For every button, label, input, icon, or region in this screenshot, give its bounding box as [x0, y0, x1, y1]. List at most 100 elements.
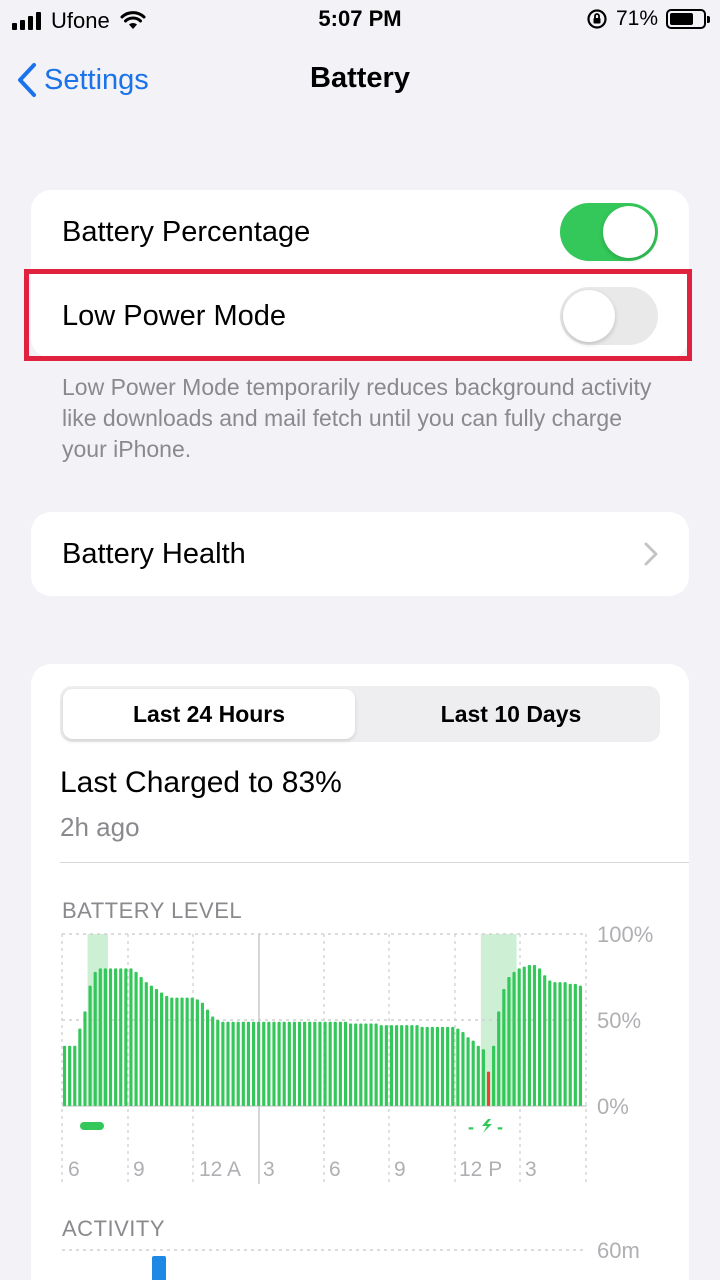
- battery-level-bar: [149, 985, 153, 1106]
- low-power-mode-toggle[interactable]: [560, 287, 658, 345]
- battery-level-bar: [119, 968, 123, 1106]
- battery-level-bar: [578, 985, 583, 1106]
- battery-level-bar: [195, 999, 199, 1106]
- battery-level-bar: [389, 1025, 394, 1106]
- battery-level-bar: [328, 1021, 332, 1106]
- battery-level-bar: [558, 982, 562, 1106]
- battery-level-bar: [68, 1045, 72, 1106]
- battery-level-bar: [420, 1026, 424, 1106]
- battery-level-bar: [466, 1037, 470, 1106]
- battery-level-bar: [134, 971, 138, 1106]
- battery-level-bar: [180, 997, 184, 1106]
- chevron-right-icon: [644, 542, 658, 566]
- battery-settings-card: Battery Percentage Low Power Mode: [31, 190, 689, 358]
- battery-level-bar: [282, 1021, 286, 1106]
- low-power-mode-footnote: Low Power Mode temporarily reduces backg…: [62, 374, 652, 462]
- x-tick-label: 3: [525, 1158, 537, 1181]
- battery-icon: [666, 9, 710, 29]
- charging-indicator-left: -: [468, 1117, 474, 1137]
- battery-level-bar: [349, 1023, 353, 1106]
- battery-level-bar: [185, 997, 189, 1106]
- battery-level-bar: [246, 1021, 251, 1106]
- battery-level-bar: [497, 1011, 501, 1106]
- battery-level-bar: [537, 968, 542, 1106]
- battery-health-row[interactable]: Battery Health: [31, 512, 689, 596]
- battery-percentage-toggle[interactable]: [560, 203, 658, 261]
- battery-level-bar: [333, 1021, 337, 1106]
- battery-level-bar: [446, 1026, 450, 1106]
- battery-level-bar: [144, 982, 148, 1106]
- battery-level-bar: [190, 997, 194, 1106]
- battery-level-bar: [200, 1002, 205, 1106]
- battery-level-bar: [93, 971, 97, 1106]
- battery-level-bar: [440, 1026, 445, 1106]
- status-right: 71%: [586, 7, 710, 31]
- battery-level-bar: [517, 968, 521, 1106]
- battery-level-bar: [415, 1025, 419, 1106]
- battery-level-bar: [308, 1021, 312, 1106]
- battery-level-bar: [410, 1025, 414, 1106]
- battery-level-bar: [226, 1021, 230, 1106]
- battery-level-bar: [78, 1028, 82, 1106]
- battery-level-chart: 100% 50% 0% 6 9 12 A 3 6 9 12 P 3 - - 60m: [61, 922, 653, 1280]
- battery-level-bar: [568, 983, 572, 1106]
- battery-level-bar: [221, 1021, 225, 1106]
- battery-level-bar: [507, 977, 511, 1106]
- low-power-mode-row: Low Power Mode: [31, 274, 689, 358]
- battery-level-bar: [364, 1023, 368, 1106]
- battery-level-bar: [563, 982, 567, 1106]
- battery-level-bar: [277, 1021, 281, 1106]
- battery-level-bar: [527, 964, 531, 1106]
- battery-level-bar: [251, 1021, 256, 1106]
- battery-level-bar: [313, 1021, 317, 1106]
- battery-level-bar: [430, 1026, 434, 1106]
- battery-level-bar: [236, 1021, 240, 1106]
- x-tick-label: 12 P: [459, 1158, 502, 1181]
- battery-level-bar: [369, 1023, 373, 1106]
- battery-level-bar: [548, 980, 552, 1106]
- battery-level-bar: [241, 1021, 245, 1106]
- battery-level-bar: [287, 1021, 291, 1106]
- battery-level-bar: [354, 1023, 358, 1106]
- battery-level-bar: [83, 1011, 87, 1106]
- y-tick-label: 50%: [597, 1008, 641, 1033]
- battery-level-bar: [257, 1021, 261, 1106]
- low-power-mode-label: Low Power Mode: [62, 299, 287, 332]
- battery-level-bar: [379, 1025, 383, 1106]
- battery-health-label: Battery Health: [62, 537, 246, 570]
- battery-level-bar: [492, 1045, 496, 1106]
- battery-level-bar: [114, 968, 118, 1106]
- battery-level-bar: [318, 1021, 322, 1106]
- orientation-lock-icon: [587, 9, 607, 29]
- battery-level-bar: [216, 1020, 220, 1106]
- toggle-knob: [603, 206, 655, 258]
- page-title: Battery: [310, 62, 410, 94]
- battery-percentage-label: Battery Percentage: [62, 215, 311, 248]
- battery-level-bar: [461, 1032, 465, 1106]
- battery-level-bar: [451, 1026, 455, 1106]
- battery-level-bar: [103, 968, 108, 1106]
- battery-level-bar: [231, 1021, 235, 1106]
- battery-level-bar: [374, 1023, 378, 1106]
- battery-level-bar: [481, 1049, 485, 1106]
- battery-level-bar: [272, 1021, 276, 1106]
- battery-level-bar: [303, 1021, 307, 1106]
- battery-level-bar: [359, 1023, 363, 1106]
- battery-level-bar: [543, 975, 547, 1106]
- battery-level-bar: [62, 1045, 67, 1106]
- battery-level-bar: [323, 1021, 327, 1106]
- x-tick-label: 3: [263, 1158, 275, 1181]
- battery-health-cell[interactable]: Battery Health: [31, 512, 689, 596]
- battery-level-bar: [338, 1021, 342, 1106]
- battery-level-bar: [139, 977, 143, 1106]
- battery-level-bar: [292, 1021, 296, 1106]
- x-tick-label: 9: [394, 1158, 406, 1181]
- activity-bar: [152, 1256, 166, 1280]
- x-tick-label: 12 A: [199, 1158, 241, 1181]
- battery-level-bar: [267, 1021, 271, 1106]
- charging-indicator-right: -: [497, 1117, 503, 1137]
- x-tick-label: 9: [133, 1158, 145, 1181]
- battery-level-bar: [98, 968, 102, 1106]
- charging-bolt-icon: [482, 1119, 492, 1133]
- battery-level-bar: [124, 968, 128, 1106]
